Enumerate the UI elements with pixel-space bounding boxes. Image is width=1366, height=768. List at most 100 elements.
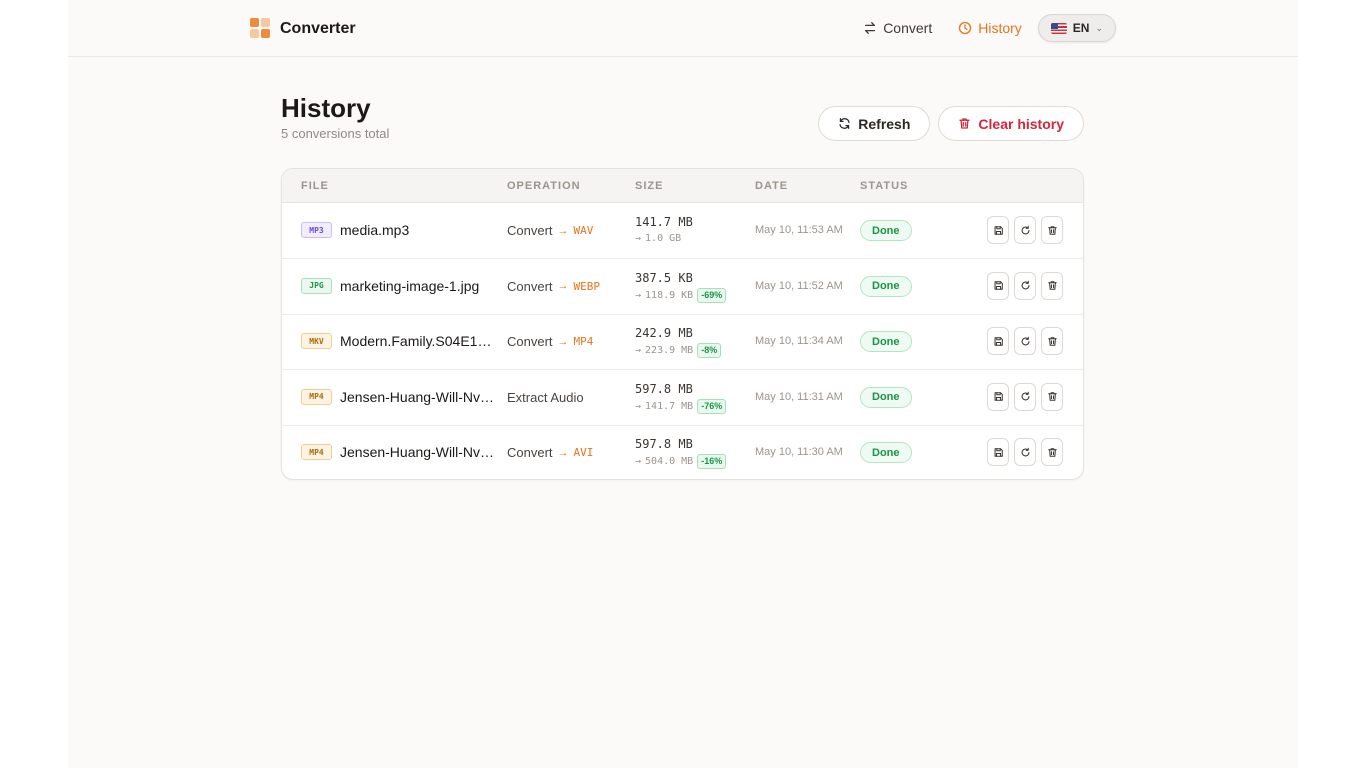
arrow-right-icon: →: [635, 233, 642, 244]
retry-icon: [1021, 336, 1029, 346]
row-actions: [987, 216, 1063, 244]
nav-history[interactable]: History: [948, 14, 1032, 42]
arrow-right-icon: →: [635, 400, 642, 412]
save-button[interactable]: [987, 327, 1009, 356]
conversion-date: May 10, 11:30 AM: [755, 446, 843, 459]
us-flag-icon: [1050, 22, 1067, 34]
refresh-label: Refresh: [858, 115, 911, 132]
size-change-badge: -69%: [697, 287, 727, 303]
trash-icon: [1047, 448, 1057, 457]
file-type-badge: MKV: [301, 333, 332, 350]
file-name: Modern.Family.S04E14.mkv: [340, 333, 495, 350]
operation: Convert → WEBP: [507, 279, 600, 294]
target-format: WEBP: [573, 279, 601, 293]
save-button[interactable]: [987, 382, 1009, 411]
app-shell: Converter Convert History EN ⌄ History 5…: [68, 0, 1298, 768]
nav-convert[interactable]: Convert: [853, 14, 942, 42]
status-badge: Done: [860, 386, 912, 408]
save-button[interactable]: [987, 438, 1009, 467]
file-name: Jensen-Huang-Will-Nvidia.mp4: [340, 388, 495, 405]
retry-button[interactable]: [1014, 438, 1036, 467]
target-format: MP4: [573, 335, 594, 349]
swap-arrows-icon: [865, 22, 876, 34]
header-file: FILE: [301, 180, 329, 192]
output-size: 141.7 MB: [645, 400, 694, 412]
input-size: 597.8 MB: [635, 381, 693, 396]
delete-button[interactable]: [1041, 438, 1063, 467]
size-change-badge: -16%: [697, 454, 727, 470]
clear-history-button[interactable]: Clear history: [938, 106, 1084, 141]
table-row: MP4 Jensen-Huang-Will-Nvidia.mp4 Extract A…: [282, 370, 1083, 426]
brand[interactable]: Converter: [250, 18, 356, 39]
refresh-icon: [839, 118, 850, 129]
save-icon: [994, 225, 1003, 235]
save-button[interactable]: [987, 271, 1009, 300]
output-size-line: → 141.7 MB -76%: [635, 398, 727, 414]
file-type-badge: MP3: [301, 222, 332, 238]
output-size: 1.0 GB: [645, 233, 682, 244]
retry-button[interactable]: [1014, 382, 1036, 411]
file-name: marketing-image-1.jpg: [340, 277, 480, 294]
history-table: FILE OPERATION SIZE DATE STATUS MP3 media…: [281, 168, 1084, 480]
nav-convert-label: Convert: [883, 20, 933, 36]
save-button[interactable]: [987, 216, 1009, 244]
arrow-right-icon: →: [635, 289, 642, 301]
delete-button[interactable]: [1041, 216, 1063, 244]
table-row: MP4 Jensen-Huang-Will-Nvidia.mp4 Convert → A…: [282, 425, 1083, 479]
header-status: STATUS: [860, 180, 909, 192]
delete-button[interactable]: [1041, 271, 1063, 300]
size-change-badge: -76%: [697, 398, 727, 414]
clock-icon: [959, 21, 972, 35]
conversion-date: May 10, 11:34 AM: [755, 335, 843, 348]
target-format: AVI: [573, 446, 594, 460]
size-cell: 242.9 MB → 223.9 MB -8%: [635, 326, 722, 359]
file-type-badge: MP4: [301, 388, 332, 405]
arrow-right-icon: →: [557, 280, 569, 293]
status-badge: Done: [860, 220, 912, 241]
delete-button[interactable]: [1041, 327, 1063, 356]
save-icon: [994, 281, 1003, 290]
file-type-badge: JPG: [301, 277, 332, 294]
refresh-button[interactable]: Refresh: [818, 106, 931, 141]
retry-button[interactable]: [1014, 327, 1036, 356]
operation-label: Convert: [507, 223, 553, 238]
retry-icon: [1021, 392, 1029, 401]
row-actions: [987, 438, 1063, 467]
output-size: 504.0 MB: [645, 456, 694, 468]
status-badge: Done: [860, 331, 912, 353]
retry-button[interactable]: [1014, 216, 1036, 244]
operation-label: Convert: [507, 334, 553, 350]
logo-icon: [250, 18, 271, 39]
table-row: JPG marketing-image-1.jpg Convert → WEBP 387.…: [282, 259, 1083, 315]
operation: Convert → AVI: [507, 445, 593, 460]
retry-button[interactable]: [1014, 271, 1036, 300]
trash-icon: [1047, 225, 1057, 235]
row-actions: [987, 382, 1063, 411]
save-icon: [994, 336, 1003, 346]
input-size: 597.8 MB: [635, 437, 693, 452]
operation: Extract Audio: [507, 390, 584, 405]
file-name: media.mp3: [340, 222, 410, 238]
output-size: 118.9 KB: [645, 289, 694, 301]
operation-label: Convert: [507, 278, 553, 294]
trash-icon: [959, 118, 971, 129]
size-cell: 387.5 KB → 118.9 KB -69%: [635, 271, 727, 303]
header-operation: OPERATION: [507, 180, 581, 192]
chevron-down-icon: ⌄: [1095, 22, 1103, 33]
header-date: DATE: [755, 180, 789, 192]
page-actions: Refresh Clear history: [818, 106, 1084, 141]
arrow-right-icon: →: [557, 335, 569, 348]
trash-icon: [1047, 392, 1057, 402]
retry-icon: [1021, 225, 1029, 234]
row-actions: [987, 327, 1063, 356]
size-cell: 597.8 MB → 504.0 MB -16%: [635, 437, 727, 470]
language-selector[interactable]: EN ⌄: [1037, 14, 1116, 42]
table-row: MP3 media.mp3 Convert → WAV 141.7 MB → 1.0 GB Ma…: [282, 203, 1083, 259]
retry-icon: [1021, 447, 1029, 457]
page-subtitle: 5 conversions total: [281, 126, 390, 141]
conversion-date: May 10, 11:53 AM: [755, 224, 843, 236]
delete-button[interactable]: [1041, 382, 1063, 411]
size-cell: 597.8 MB → 141.7 MB -76%: [635, 381, 727, 414]
status-badge: Done: [860, 442, 912, 464]
file-name: Jensen-Huang-Will-Nvidia.mp4: [340, 444, 495, 461]
